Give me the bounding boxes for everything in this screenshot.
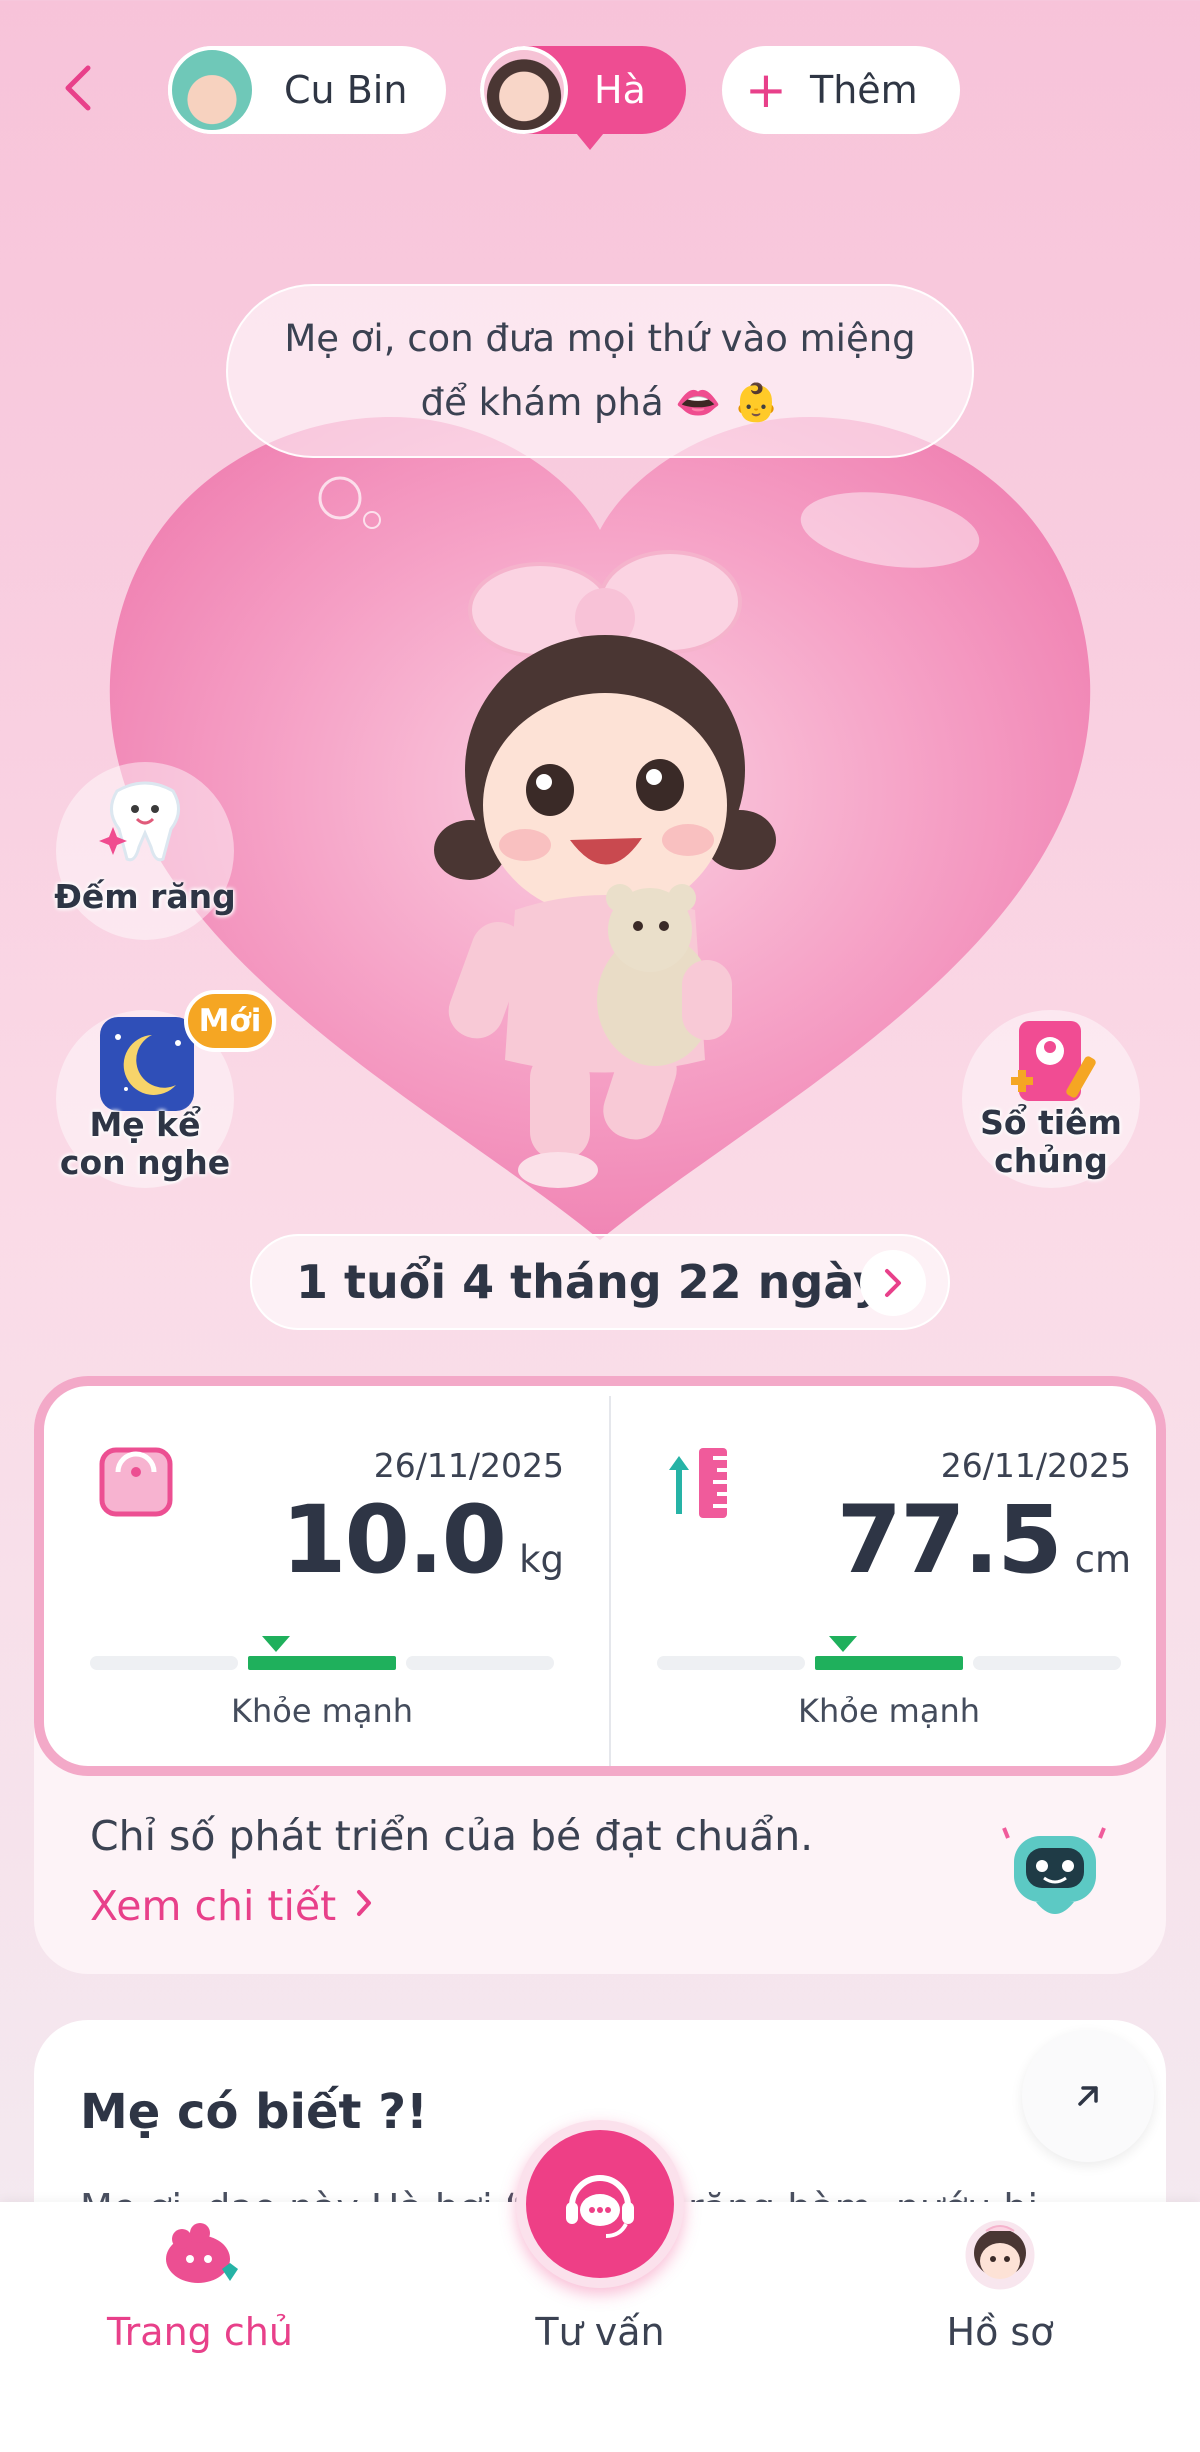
avatar bbox=[480, 46, 568, 134]
status-bar bbox=[657, 1656, 1121, 1670]
chevron-right-icon bbox=[860, 1250, 926, 1316]
profile-name: Cu Bin bbox=[284, 68, 408, 112]
nav-home-label: Trang chủ bbox=[107, 2310, 293, 2354]
nav-advice-label: Tư vấn bbox=[535, 2310, 665, 2354]
consult-chat-button[interactable] bbox=[516, 2120, 684, 2288]
vaccination-book-label: Sổ tiêm chủng bbox=[952, 1104, 1150, 1180]
new-badge: Mới bbox=[184, 990, 276, 1052]
plus-icon: + bbox=[745, 61, 787, 119]
avatar bbox=[168, 46, 256, 134]
weight-value: 10.0 kg bbox=[281, 1486, 564, 1595]
robot-mascot-icon bbox=[1002, 1827, 1106, 1914]
bubble-line-2: để khám phá 👄 👶 bbox=[420, 381, 780, 424]
profile-avatar-icon bbox=[870, 2217, 1130, 2293]
status-bar-normal bbox=[248, 1656, 396, 1670]
bedtime-story-label: Mẹ kể con nghe bbox=[46, 1106, 244, 1182]
vaccination-book-button[interactable]: Sổ tiêm chủng bbox=[962, 1010, 1140, 1188]
height-number: 77.5 bbox=[836, 1486, 1063, 1595]
profile-chip-cu-bin[interactable]: Cu Bin bbox=[168, 46, 446, 134]
height-unit: cm bbox=[1074, 1538, 1131, 1581]
height-metric[interactable]: 26/11/2025 77.5 cm Khỏe mạnh bbox=[611, 1386, 1156, 1766]
nav-home[interactable]: Trang chủ bbox=[70, 2218, 330, 2368]
ruler-icon bbox=[669, 1448, 727, 1518]
chevron-right-icon bbox=[354, 1883, 374, 1929]
weight-status: Khỏe mạnh bbox=[230, 1692, 414, 1730]
tooth-icon bbox=[56, 762, 234, 872]
tooth-count-label: Đếm răng bbox=[54, 877, 236, 916]
height-status: Khỏe mạnh bbox=[797, 1692, 981, 1730]
weight-date: 26/11/2025 bbox=[373, 1446, 564, 1485]
nav-profile-label: Hồ sơ bbox=[946, 2310, 1054, 2354]
view-details-link[interactable]: Xem chi tiết bbox=[90, 1882, 374, 1930]
status-bar-high bbox=[406, 1656, 554, 1670]
metrics-card: 26/11/2025 10.0 kg Khỏe mạnh 26/11/2025 … bbox=[34, 1376, 1166, 1776]
profile-name: Hà bbox=[594, 68, 646, 112]
expand-button[interactable] bbox=[1022, 2030, 1154, 2162]
status-bar bbox=[90, 1656, 554, 1670]
status-bar-low bbox=[657, 1656, 805, 1670]
bubble-line-1: Mẹ ơi, con đưa mọi thứ vào miệng bbox=[284, 317, 916, 360]
age-pill[interactable]: 1 tuổi 4 tháng 22 ngày bbox=[250, 1234, 950, 1330]
arrow-up-right-icon bbox=[1078, 2086, 1098, 2106]
tooth-count-button[interactable]: Đếm răng bbox=[54, 762, 236, 940]
chevron-left-icon bbox=[65, 65, 91, 111]
weight-number: 10.0 bbox=[281, 1486, 507, 1595]
bedtime-story-label-line-2: con nghe bbox=[59, 1143, 231, 1182]
bedtime-story-label-line-1: Mẹ kể bbox=[89, 1105, 201, 1144]
selected-indicator bbox=[572, 128, 608, 150]
did-you-know-title: Mẹ có biết ?! bbox=[80, 2084, 428, 2140]
add-label: Thêm bbox=[810, 68, 918, 112]
weight-metric[interactable]: 26/11/2025 10.0 kg Khỏe mạnh bbox=[44, 1386, 600, 1766]
height-value: 77.5 cm bbox=[837, 1486, 1131, 1595]
scale-icon bbox=[99, 1447, 173, 1517]
view-details-label: Xem chi tiết bbox=[90, 1882, 337, 1930]
weight-unit: kg bbox=[519, 1538, 564, 1581]
speech-bubble: Mẹ ơi, con đưa mọi thứ vào miệng để khám… bbox=[226, 284, 974, 458]
back-button[interactable] bbox=[48, 58, 108, 118]
status-bar-high bbox=[973, 1656, 1121, 1670]
status-bar-low bbox=[90, 1656, 238, 1670]
add-profile-button[interactable]: + Thêm bbox=[722, 46, 960, 134]
profile-chip-ha[interactable]: Hà bbox=[480, 46, 686, 150]
vaccination-book-label-line-1: Sổ tiêm bbox=[980, 1103, 1122, 1142]
age-text: 1 tuổi 4 tháng 22 ngày bbox=[296, 1255, 883, 1309]
nav-profile[interactable]: Hồ sơ bbox=[870, 2217, 1130, 2368]
bedtime-story-button[interactable]: Mới Mẹ kể con nghe bbox=[56, 990, 276, 1188]
status-bar-normal bbox=[815, 1656, 963, 1670]
vaccination-book-label-line-2: chủng bbox=[994, 1141, 1108, 1180]
status-pointer bbox=[829, 1636, 857, 1652]
baby-illustration bbox=[420, 540, 800, 1200]
headset-chat-icon bbox=[566, 2175, 634, 2238]
status-pointer bbox=[262, 1636, 290, 1652]
height-date: 26/11/2025 bbox=[940, 1446, 1131, 1485]
growth-summary: Chỉ số phát triển của bé đạt chuẩn. bbox=[90, 1812, 814, 1860]
home-mascot-icon bbox=[70, 2218, 330, 2292]
